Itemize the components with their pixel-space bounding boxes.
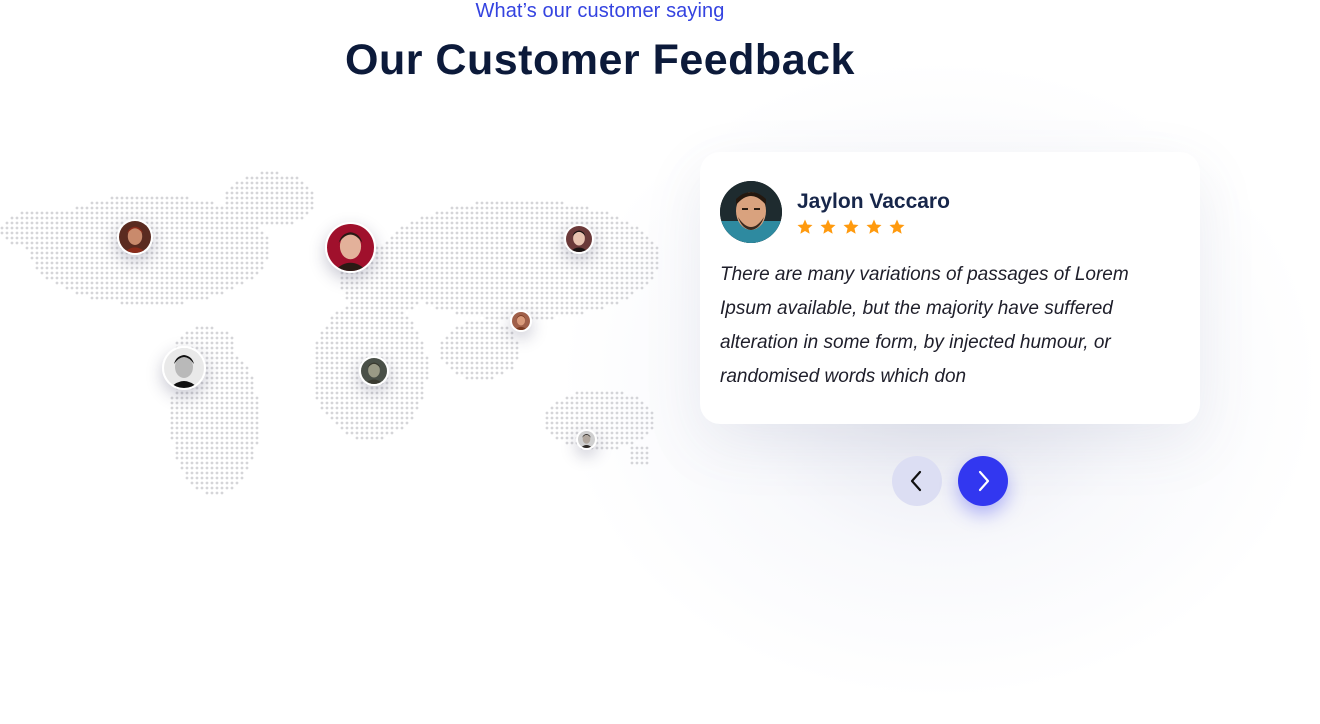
avatar-face-icon [361,358,387,384]
pin-avatar-asia[interactable] [510,310,532,332]
star-icon [797,219,813,234]
star-icon [889,219,905,234]
next-button[interactable] [958,456,1008,506]
star-icon [843,219,859,234]
star-icon [866,219,882,234]
avatar-face-icon [327,224,374,271]
previous-button[interactable] [892,456,942,506]
section-subtitle: What’s our customer saying [475,0,725,22]
pin-avatar-south-america[interactable] [162,346,206,390]
avatar-face-icon [566,226,592,252]
star-icon [820,219,836,234]
chevron-left-icon [910,470,922,492]
pin-avatar-greenland[interactable] [325,222,376,273]
avatar-face-icon [119,221,151,253]
pin-avatar-north-america-west[interactable] [117,219,153,255]
reviewer-name: Jaylon Vaccaro [797,190,950,213]
avatar-face-icon [512,312,530,330]
testimonial-quote: There are many variations of passages of… [720,264,1129,387]
rating-stars [796,218,906,236]
reviewer-avatar [720,181,782,243]
testimonial-card: Jaylon Vaccaro There are many variations… [700,152,1200,424]
pin-avatar-africa[interactable] [359,356,389,386]
pin-avatar-russia[interactable] [564,224,594,254]
avatar-face-icon [164,348,204,388]
chevron-right-icon [978,470,990,492]
